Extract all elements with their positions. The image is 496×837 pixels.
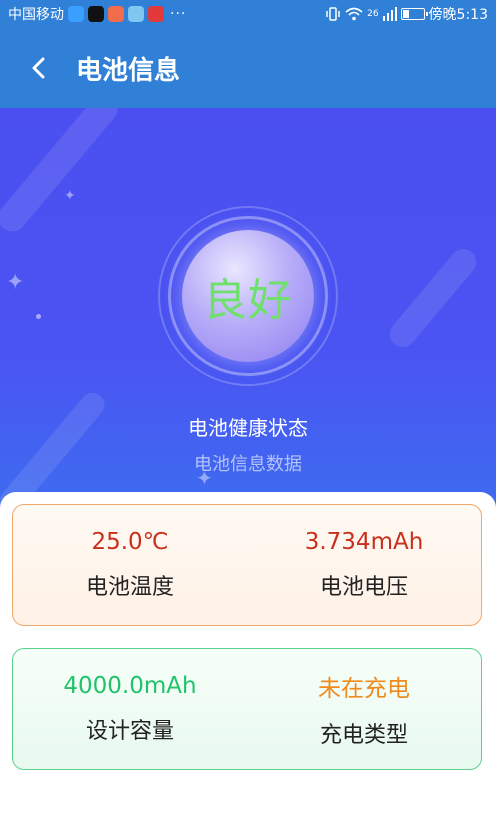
voltage-cell: 3.734mAh 电池电压 — [247, 505, 481, 625]
vibrate-icon — [326, 7, 340, 21]
signal-icon — [382, 7, 397, 21]
charging-status-value: 未在充电 — [318, 676, 410, 702]
health-orb: 良好 — [182, 230, 314, 362]
battery-capacity-card: 4000.0mAh 设计容量 未在充电 充电类型 — [12, 648, 482, 770]
video-app-icon — [108, 6, 124, 22]
decor-streak — [384, 243, 482, 353]
back-button[interactable] — [0, 28, 76, 108]
decor-streak — [0, 108, 124, 238]
voltage-label: 电池电压 — [319, 575, 408, 600]
battery-info-sheet: 25.0℃ 电池温度 3.734mAh 电池电压 4000.0mAh 设计容量 … — [0, 492, 496, 837]
design-capacity-label: 设计容量 — [85, 719, 174, 744]
wifi-icon — [345, 7, 363, 21]
browser-app-icon — [68, 6, 84, 22]
carrier-label: 中国移动 — [8, 7, 64, 23]
status-bar-right: 26 傍晚5:13 — [325, 4, 488, 24]
message-app-icon — [148, 6, 164, 22]
temperature-label: 电池温度 — [85, 575, 174, 600]
battery-stats-card: 25.0℃ 电池温度 3.734mAh 电池电压 — [12, 504, 482, 626]
more-notifications: ··· — [170, 6, 187, 22]
sparkle-icon: ✦ — [64, 188, 76, 204]
voltage-value: 3.734mAh — [304, 529, 424, 555]
network-type-label: 26 — [367, 9, 379, 19]
temperature-value: 25.0℃ — [91, 529, 169, 555]
health-status-title: 电池健康状态 — [188, 416, 308, 440]
health-status-value: 良好 — [203, 275, 293, 326]
clock: 傍晚5:13 — [428, 7, 488, 23]
status-bar-left: 中国移动 ··· — [8, 4, 186, 24]
status-bar: 中国移动 ··· 26 傍晚5:13 — [0, 0, 496, 28]
decor-dot — [36, 314, 41, 319]
battery-health-hero: ✦ ✦ ✦ 良好 电池健康状态 电池信息数据 — [0, 108, 496, 518]
battery-data-subtitle: 电池信息数据 — [194, 454, 302, 475]
chevron-left-icon — [32, 57, 45, 79]
charging-type-label: 充电类型 — [319, 723, 408, 748]
design-capacity-value: 4000.0mAh — [63, 673, 197, 699]
sparkle-icon: ✦ — [6, 270, 25, 295]
page-title: 电池信息 — [76, 55, 181, 86]
capacity-cell: 4000.0mAh 设计容量 — [13, 649, 247, 769]
battery-icon — [400, 8, 428, 20]
app-bar: 电池信息 — [0, 28, 496, 108]
temperature-cell: 25.0℃ 电池温度 — [13, 505, 247, 625]
weather-app-icon — [128, 6, 144, 22]
charging-cell: 未在充电 充电类型 — [247, 649, 481, 769]
tiktok-app-icon — [88, 6, 104, 22]
